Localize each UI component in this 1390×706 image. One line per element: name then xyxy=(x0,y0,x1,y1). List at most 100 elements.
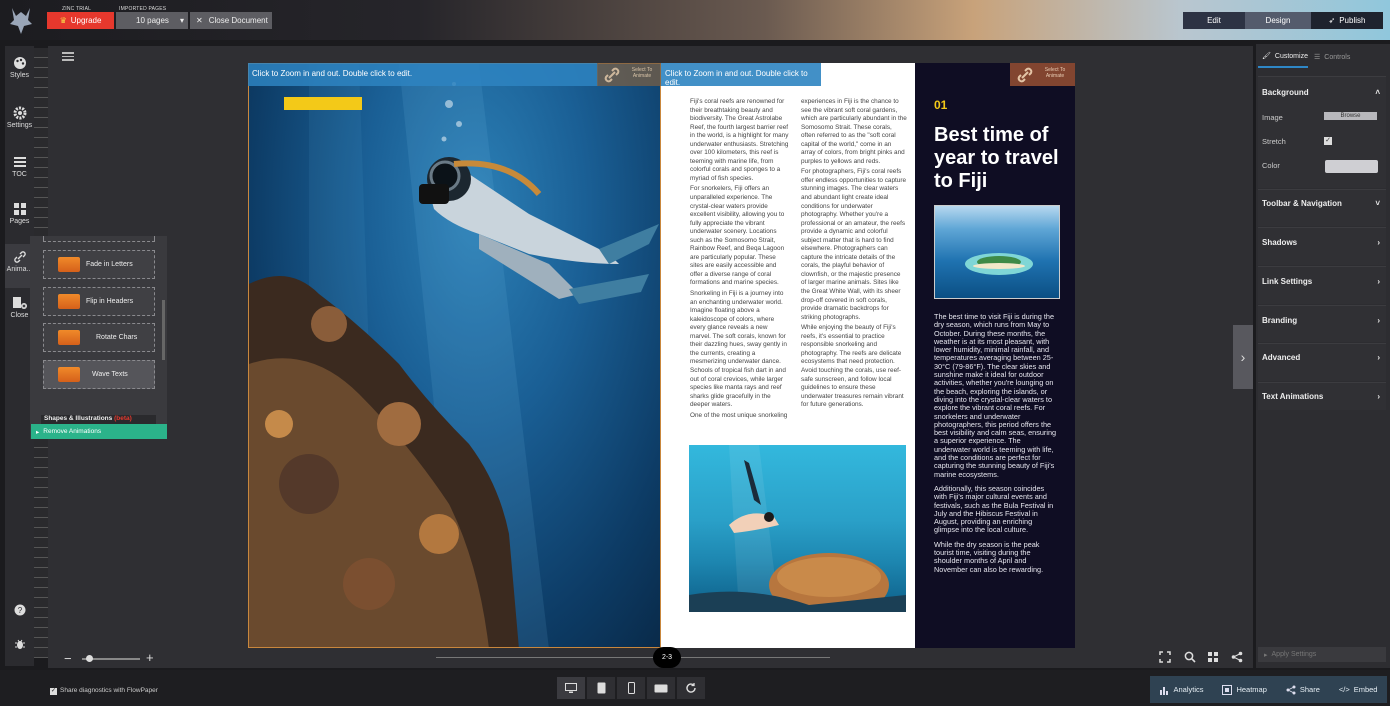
image-label: Image xyxy=(1262,113,1283,122)
panel-scrollbar[interactable] xyxy=(162,300,165,360)
tab-customize[interactable]: 🖌 Customize xyxy=(1258,46,1308,68)
sidebar-item-styles[interactable]: Styles xyxy=(5,56,34,79)
animation-rotate-chars[interactable]: Rotate Chars xyxy=(43,323,155,352)
animation-wave-texts[interactable]: Wave Texts xyxy=(43,360,155,389)
right-paragraph: The best time to visit Fiji is during th… xyxy=(934,312,1057,479)
bug-icon xyxy=(14,639,25,649)
color-picker[interactable] xyxy=(1325,160,1378,173)
upgrade-button[interactable]: ♛ Upgrade xyxy=(47,12,114,29)
fullscreen-button[interactable] xyxy=(1159,651,1171,666)
animation-fade-in-letters[interactable]: Fade in Letters xyxy=(43,250,155,279)
mode-toggle: Edit Design ➶ Publish xyxy=(1183,12,1383,29)
publish-button[interactable]: ➶ Publish xyxy=(1311,12,1383,29)
play-icon: ▸ xyxy=(36,428,40,436)
section-advanced[interactable]: Advanced › xyxy=(1258,343,1386,381)
section-link-settings[interactable]: Link Settings › xyxy=(1258,266,1386,304)
zoom-slider-handle[interactable] xyxy=(86,655,93,662)
desktop-preview-button[interactable] xyxy=(557,677,585,699)
animation-flip-in-headers[interactable]: Flip in Headers xyxy=(43,287,155,316)
publish-actions: Analytics Heatmap Share </> Embed xyxy=(1150,676,1387,703)
page-slider[interactable] xyxy=(436,657,830,658)
article-column-1: Fiji's coral reefs are renowned for thei… xyxy=(690,98,790,422)
animation-thumbnail xyxy=(58,330,80,345)
chevron-right-icon: › xyxy=(1377,353,1380,362)
animation-thumbnail xyxy=(58,257,80,272)
page-heading: Best time of year to travel to Fiji xyxy=(934,124,1059,192)
chevron-right-icon: › xyxy=(1240,349,1246,365)
zoom-in-button[interactable]: + xyxy=(146,650,154,665)
section-text-animations[interactable]: Text Animations › xyxy=(1258,382,1386,410)
animation-thumbnail xyxy=(58,294,80,309)
landscape-preview-button[interactable] xyxy=(647,677,675,699)
stretch-checkbox[interactable]: ✓ xyxy=(1324,137,1332,145)
right-paragraph: While the dry season is the peak tourist… xyxy=(934,539,1044,574)
article-paragraph: Fiji's coral reefs are renowned for thei… xyxy=(690,98,789,182)
zoom-out-button[interactable]: − xyxy=(64,651,72,666)
section-number: 01 xyxy=(934,98,948,112)
tablet-icon xyxy=(597,682,605,694)
chevron-right-icon: › xyxy=(1377,392,1380,401)
article-paragraph: Snorkeling in Fiji is a journey into an … xyxy=(690,290,787,409)
sidebar-item-settings[interactable]: Settings xyxy=(5,106,34,129)
article-paragraph: For snorkelers, Fiji offers an unparalle… xyxy=(690,185,785,287)
chevron-right-icon: › xyxy=(1377,277,1380,286)
edit-mode-button[interactable]: Edit xyxy=(1183,12,1245,29)
next-page-arrow[interactable]: › xyxy=(1233,325,1253,389)
close-icon: ✕ xyxy=(196,16,203,25)
share-button[interactable]: Share xyxy=(1286,685,1320,695)
tab-controls[interactable]: ☰ Controls xyxy=(1314,46,1364,68)
page-indicator[interactable]: 2-3 xyxy=(653,647,681,668)
browse-button[interactable]: Browse xyxy=(1324,112,1377,120)
rotate-icon xyxy=(686,683,696,693)
snorkeler-photo xyxy=(689,445,906,612)
snorkeler-coral-photo[interactable] xyxy=(689,445,906,612)
grid-icon xyxy=(1208,652,1218,662)
debug-button[interactable] xyxy=(5,638,34,652)
help-button[interactable]: ? xyxy=(5,604,34,618)
color-label: Color xyxy=(1262,161,1280,170)
analytics-button[interactable]: Analytics xyxy=(1159,685,1204,695)
app-logo[interactable] xyxy=(4,4,38,36)
diagnostics-label: Share diagnostics with FlowPaper xyxy=(60,687,158,694)
section-toolbar-navigation[interactable]: Toolbar & Navigation ˅ xyxy=(1258,189,1386,226)
animation-item-partial[interactable] xyxy=(43,236,155,242)
diagnostics-checkbox[interactable]: ✓ xyxy=(50,688,57,695)
text-highlight-bar[interactable] xyxy=(284,97,362,110)
background-header[interactable]: Background ˄ xyxy=(1258,77,1386,97)
link-icon xyxy=(1017,67,1033,83)
list-icon xyxy=(13,157,26,167)
apply-settings-button[interactable]: ▸ Apply Settings xyxy=(1258,647,1386,662)
share-icon xyxy=(1286,685,1296,694)
rocket-icon: ➶ xyxy=(1328,16,1336,25)
stretch-label: Stretch xyxy=(1262,137,1286,146)
close-panel-icon xyxy=(12,297,27,309)
search-button[interactable] xyxy=(1184,651,1196,666)
heatmap-button[interactable]: Heatmap xyxy=(1222,684,1267,695)
share-canvas-button[interactable] xyxy=(1231,651,1243,666)
heatmap-icon xyxy=(1222,684,1233,695)
thumbnails-button[interactable] xyxy=(1207,651,1219,666)
section-branding[interactable]: Branding › xyxy=(1258,305,1386,342)
design-mode-button[interactable]: Design xyxy=(1245,12,1311,29)
section-shadows[interactable]: Shadows › xyxy=(1258,227,1386,265)
select-to-animate-left[interactable]: Select To Animate xyxy=(597,63,661,86)
zoom-hint-right: Click to Zoom in and out. Double click t… xyxy=(661,63,821,87)
menu-icon[interactable] xyxy=(62,50,74,63)
help-icon: ? xyxy=(14,604,25,616)
list-icon: ☰ xyxy=(1314,54,1321,61)
left-page-diver-photo[interactable] xyxy=(248,63,661,648)
select-to-animate-right[interactable]: Select To Animate xyxy=(1010,63,1075,86)
island-photo[interactable] xyxy=(934,205,1060,299)
sidebar-item-pages[interactable]: Pages xyxy=(5,202,34,225)
sidebar-item-toc[interactable]: TOC xyxy=(5,155,34,178)
close-document-button[interactable]: ✕ Close Document xyxy=(190,12,272,29)
rotate-preview-button[interactable] xyxy=(677,677,705,699)
embed-button[interactable]: </> Embed xyxy=(1339,685,1378,694)
remove-animations-button[interactable]: ▸ Remove Animations xyxy=(31,424,167,439)
tablet-preview-button[interactable] xyxy=(587,677,615,699)
phone-preview-button[interactable] xyxy=(617,677,645,699)
pages-select[interactable]: 10 pages ▾ xyxy=(116,12,188,29)
link-icon xyxy=(13,251,26,263)
gear-icon xyxy=(13,106,26,120)
article-paragraph: For photographers, Fiji's coral reefs of… xyxy=(801,168,907,321)
